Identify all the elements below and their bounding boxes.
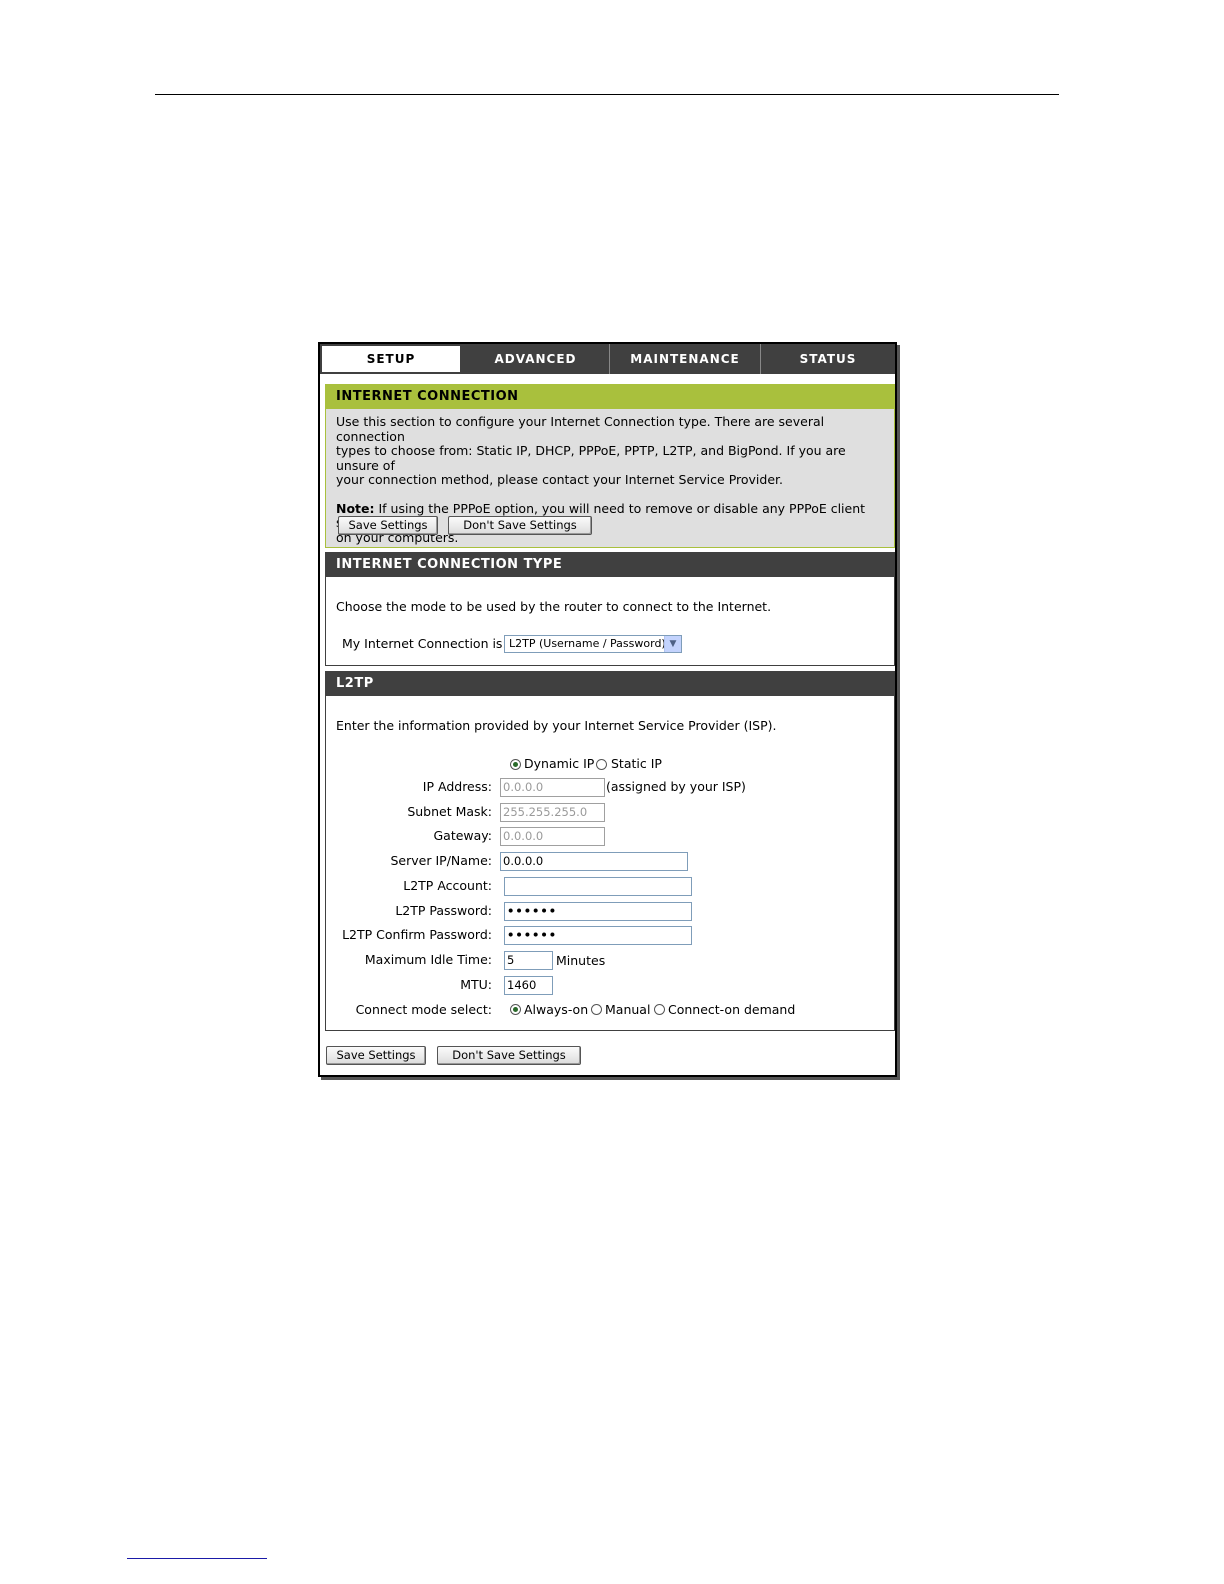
- tab-status[interactable]: STATUS: [761, 344, 895, 374]
- dont-save-settings-button-bottom[interactable]: Don't Save Settings: [437, 1046, 581, 1065]
- connection-type-title: INTERNET CONNECTION TYPE: [326, 553, 894, 577]
- connection-type-section: INTERNET CONNECTION TYPE Choose the mode…: [325, 552, 895, 666]
- tab-setup[interactable]: SETUP: [320, 344, 462, 374]
- ip-address-input[interactable]: 0.0.0.0: [500, 778, 605, 797]
- top-tab-bar: SETUP ADVANCED MAINTENANCE STATUS: [320, 344, 895, 374]
- subnet-mask-label: Subnet Mask:: [407, 804, 492, 819]
- l2tp-password-input[interactable]: ••••••: [504, 902, 692, 921]
- mtu-input[interactable]: 1460: [504, 976, 553, 995]
- static-ip-radio[interactable]: [596, 759, 607, 770]
- page-bottom-rule: [127, 1558, 267, 1559]
- gateway-input[interactable]: 0.0.0.0: [500, 827, 605, 846]
- dont-save-settings-button-top[interactable]: Don't Save Settings: [448, 516, 592, 535]
- connect-mode-label: Connect mode select:: [355, 1002, 492, 1017]
- page-top-rule: [155, 94, 1059, 95]
- l2tp-title: L2TP: [326, 672, 894, 696]
- connect-on-demand-radio[interactable]: [654, 1004, 665, 1015]
- l2tp-password-label: L2TP Password:: [395, 903, 492, 918]
- manual-label: Manual: [605, 1002, 651, 1017]
- server-ip-label: Server IP/Name:: [390, 853, 493, 868]
- connection-type-description: Choose the mode to be used by the router…: [336, 599, 772, 614]
- gateway-label: Gateway:: [433, 828, 492, 843]
- ip-address-label: IP Address:: [422, 779, 492, 794]
- router-setup-window: SETUP ADVANCED MAINTENANCE STATUS INTERN…: [318, 342, 897, 1077]
- internet-connection-section: INTERNET CONNECTION Use this section to …: [325, 384, 895, 548]
- always-on-label: Always-on: [524, 1002, 589, 1017]
- connection-type-selected-value: L2TP (Username / Password): [509, 637, 666, 650]
- l2tp-confirm-password-label: L2TP Confirm Password:: [342, 927, 492, 942]
- max-idle-time-input[interactable]: 5: [504, 951, 553, 970]
- intro-line: your connection method, please contact y…: [336, 472, 783, 487]
- connect-on-demand-label: Connect-on demand: [668, 1002, 796, 1017]
- save-settings-button-bottom[interactable]: Save Settings: [326, 1046, 426, 1065]
- intro-line: Use this section to configure your Inter…: [336, 414, 825, 444]
- dynamic-ip-label: Dynamic IP: [524, 756, 595, 771]
- chevron-down-icon[interactable]: ▼: [664, 636, 681, 652]
- internet-connection-title: INTERNET CONNECTION: [326, 385, 894, 409]
- dynamic-ip-radio[interactable]: [510, 759, 521, 770]
- max-idle-time-label: Maximum Idle Time:: [364, 952, 492, 967]
- save-settings-button-top[interactable]: Save Settings: [338, 516, 438, 535]
- tab-maintenance[interactable]: MAINTENANCE: [610, 344, 761, 374]
- idle-unit-label: Minutes: [556, 953, 606, 968]
- always-on-radio[interactable]: [510, 1004, 521, 1015]
- note-label: Note:: [336, 500, 375, 516]
- l2tp-description: Enter the information provided by your I…: [336, 718, 777, 733]
- manual-radio[interactable]: [591, 1004, 602, 1015]
- static-ip-label: Static IP: [611, 756, 662, 771]
- l2tp-account-label: L2TP Account:: [403, 878, 492, 893]
- mtu-label: MTU:: [460, 977, 492, 992]
- server-ip-input[interactable]: 0.0.0.0: [500, 852, 688, 871]
- l2tp-account-input[interactable]: [504, 877, 692, 896]
- subnet-mask-input[interactable]: 255.255.255.0: [500, 803, 605, 822]
- connection-type-label: My Internet Connection is:: [342, 636, 507, 651]
- ip-address-note: (assigned by your ISP): [606, 779, 746, 794]
- intro-line: types to choose from: Static IP, DHCP, P…: [336, 443, 846, 473]
- l2tp-confirm-password-input[interactable]: ••••••: [504, 926, 692, 945]
- tab-advanced[interactable]: ADVANCED: [462, 344, 610, 374]
- connection-type-select[interactable]: L2TP (Username / Password) ▼: [504, 635, 682, 653]
- l2tp-section: L2TP Enter the information provided by y…: [325, 671, 895, 1031]
